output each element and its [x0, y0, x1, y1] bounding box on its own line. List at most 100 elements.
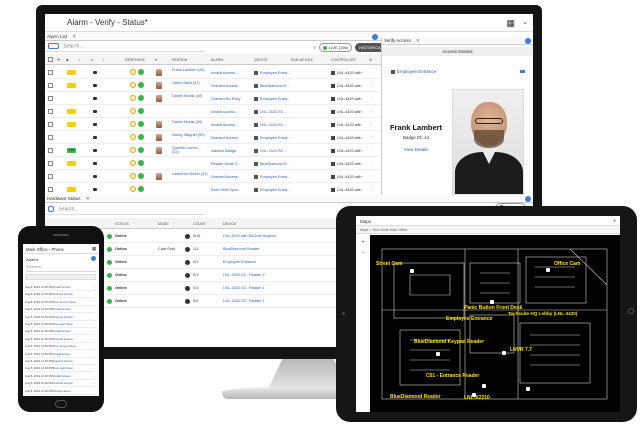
alarm-description[interactable]: Inactive Badge	[211, 149, 236, 153]
close-icon[interactable]: ✕	[86, 196, 90, 201]
alarm-description[interactable]: Granted No Entry	[211, 97, 241, 101]
acknowledge-icon[interactable]	[130, 160, 136, 166]
status-search-input[interactable]: Search...	[58, 206, 78, 212]
maps-title[interactable]: Maps	[360, 219, 371, 224]
list-item[interactable]: Aug 8, 2019 12:00 PM Door Forced Open ›	[25, 299, 97, 306]
device-link[interactable]: BlueDiamond Reader	[223, 247, 259, 251]
column-settings-icon[interactable]: ⚙	[369, 58, 372, 62]
col-person[interactable]: PERSON	[172, 58, 187, 62]
pin-icon[interactable]: ⚑	[57, 58, 60, 62]
row-checkbox[interactable]	[48, 148, 53, 153]
col-status-device[interactable]: DEVICE	[223, 222, 236, 226]
alarm-name[interactable]: Door Held Open	[53, 365, 73, 372]
table-row[interactable]: Daniel Novak (49) Invalid Access ... LNL-1…	[45, 118, 381, 131]
list-item[interactable]: Aug 8, 2019 12:00 PM Invalid Access ›	[25, 373, 97, 380]
view-details-link[interactable]: View Details	[386, 147, 446, 152]
chevron-right-icon[interactable]: ›	[94, 358, 95, 365]
row-checkbox[interactable]	[48, 96, 53, 101]
list-item[interactable]: Aug 8, 2019 12:00 PM Granted Access ›	[25, 336, 97, 343]
chevron-right-icon[interactable]: ›	[371, 96, 372, 100]
respond-icon[interactable]	[138, 121, 144, 127]
alarm-description[interactable]: Door Held Open	[211, 188, 238, 192]
camera-icon[interactable]	[546, 268, 550, 272]
person-name[interactable]: Daniel Novak (49)	[172, 120, 208, 124]
tablet-home-button[interactable]	[628, 308, 634, 314]
chevron-right-icon[interactable]: ›	[94, 284, 95, 291]
camera-icon[interactable]	[93, 97, 97, 100]
chevron-right-icon[interactable]: ›	[94, 291, 95, 298]
list-item[interactable]: Aug 8, 2019 12:00 PM Granted Access ›	[25, 314, 97, 321]
alarm-list-tab[interactable]: Alarm List ✕	[45, 33, 381, 41]
row-checkbox[interactable]	[48, 83, 53, 88]
controller-name[interactable]: LNL-4420 with	[331, 162, 361, 166]
chevron-right-icon[interactable]: ›	[371, 122, 372, 126]
controller-name[interactable]: LNL-4420 with	[331, 84, 361, 88]
app-title[interactable]: Alarm - Verify - Status*	[67, 18, 148, 27]
chevron-right-icon[interactable]: ›	[371, 109, 372, 113]
respond-icon[interactable]	[138, 82, 144, 88]
camera-icon[interactable]	[93, 188, 97, 191]
camera-icon[interactable]	[93, 162, 97, 165]
phone-filter-bar[interactable]	[26, 274, 96, 280]
close-icon[interactable]: ✕	[72, 34, 76, 39]
list-item[interactable]: Aug 8, 2019 12:00 PM Granted Access ›	[25, 291, 97, 299]
map-label-hq-lobby[interactable]: Techsuite HQ Lobby (LNL-4420)	[508, 311, 577, 316]
phone-search-input[interactable]: Search...	[30, 265, 44, 269]
controller-name[interactable]: LNL-4420 with	[331, 71, 361, 75]
alarm-description[interactable]: Granted Access	[211, 136, 238, 140]
alarm-description[interactable]: Invalid Access ...	[211, 71, 239, 75]
filter-icon[interactable]: ⚲	[313, 45, 316, 50]
acknowledge-icon[interactable]	[130, 121, 136, 127]
close-icon[interactable]: ✕	[416, 38, 420, 43]
respond-icon[interactable]	[138, 147, 144, 153]
table-row[interactable]: Frank Lambert (44) Invalid Access ... Empl…	[45, 66, 381, 79]
camera-icon[interactable]	[520, 70, 525, 73]
info-icon[interactable]	[525, 38, 531, 44]
acknowledge-icon[interactable]	[130, 134, 136, 140]
alarm-name[interactable]: Invalid Access	[53, 373, 71, 380]
chevron-right-icon[interactable]: ›	[94, 314, 95, 321]
col-count[interactable]: COUNT	[193, 222, 206, 226]
alarm-name[interactable]: Granted Access	[53, 380, 73, 387]
table-row[interactable]: Daniel Novak (49) Granted No Entry Employe…	[45, 92, 381, 105]
select-all-checkbox[interactable]	[48, 57, 53, 62]
zoom-in-button[interactable]: +	[358, 238, 368, 248]
device-name[interactable]: LNL-1320-S3 ...	[254, 110, 287, 114]
device-name[interactable]: Employee Entra...	[254, 188, 290, 192]
map-label-lnvr[interactable]: LNVR 7.7	[510, 347, 532, 353]
list-item[interactable]: Aug 8, 2019 12:00 PM Door Held Open ›	[25, 321, 97, 328]
list-item[interactable]: Aug 8, 2019 12:00 PM Door Held Open ›	[25, 365, 97, 373]
app-grid-icon[interactable]: ▦	[92, 246, 96, 252]
info-icon[interactable]	[525, 196, 531, 202]
camera-icon[interactable]	[93, 71, 97, 74]
controller-name[interactable]: LNL-4420 with	[331, 149, 361, 153]
chevron-down-icon[interactable]: ⌄	[522, 18, 528, 26]
alarm-description[interactable]: Invalid Access ...	[211, 123, 239, 127]
acknowledge-icon[interactable]	[130, 69, 136, 75]
chevron-right-icon[interactable]: ›	[371, 70, 372, 74]
device-name[interactable]: LNL-1320-S3 ...	[254, 123, 287, 127]
alarm-name[interactable]: Granted Access	[53, 336, 73, 343]
chevron-right-icon[interactable]: ›	[371, 187, 372, 191]
device-name[interactable]: LNL-1320-S3 ...	[254, 149, 287, 153]
map-label-bd-reader[interactable]: BlueDiamond Reader	[390, 394, 441, 400]
camera-col-icon[interactable]: ▪	[79, 58, 80, 62]
camera-icon[interactable]	[410, 269, 414, 273]
alarm-description[interactable]: Granted Access	[211, 175, 238, 179]
row-checkbox[interactable]	[48, 187, 53, 192]
list-item[interactable]: Aug 8, 2019 12:00 PM Invalid Access ›	[25, 306, 97, 314]
info-icon[interactable]	[91, 256, 96, 261]
reader-icon[interactable]	[436, 352, 440, 356]
device-link[interactable]: Employee Entrance	[223, 260, 256, 264]
alarm-name[interactable]: Invalid Access	[53, 351, 71, 358]
chevron-right-icon[interactable]: ›	[94, 299, 95, 306]
phone-title[interactable]: Main Office - Phone	[26, 247, 64, 252]
controller-name[interactable]: LNL-4420 with	[331, 136, 361, 140]
device-name[interactable]: Employee Entra...	[254, 71, 290, 75]
table-row[interactable]: Nancy Wagner (50) Granted Access Employee …	[45, 131, 381, 144]
respond-icon[interactable]	[138, 95, 144, 101]
chevron-right-icon[interactable]: ›	[94, 373, 95, 380]
col-sub-device[interactable]: SUB-DEVICE	[291, 58, 313, 62]
map-label-entrance-reader[interactable]: C01 - Entrance Reader	[426, 373, 479, 379]
reader-icon[interactable]	[482, 384, 486, 388]
